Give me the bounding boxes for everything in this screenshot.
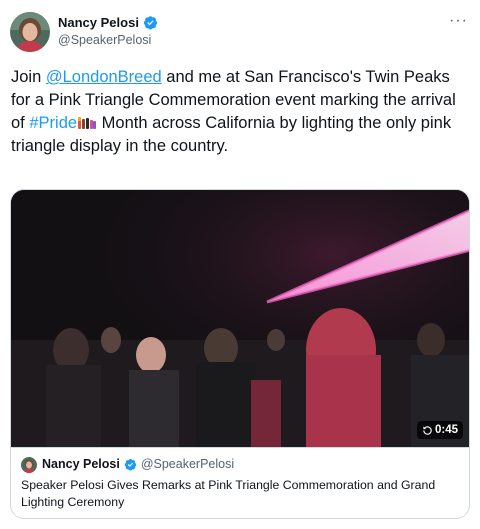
video-player[interactable]: 0:45 <box>11 190 469 447</box>
replay-icon <box>423 425 432 435</box>
quoted-text: Speaker Pelosi Gives Remarks at Pink Tri… <box>21 478 436 509</box>
quoted-author-row: Nancy Pelosi @SpeakerPelosi <box>42 457 234 471</box>
quoted-author-avatar <box>21 457 37 473</box>
author-handle[interactable]: @SpeakerPelosi <box>58 33 151 47</box>
verified-badge-icon <box>143 15 158 30</box>
tweet-text: Join @LondonBreed and me at San Francisc… <box>11 66 471 158</box>
video-duration-badge: 0:45 <box>416 421 463 439</box>
author-avatar[interactable] <box>10 12 50 52</box>
verified-badge-icon <box>124 458 137 471</box>
hashtag-link[interactable]: #Pride <box>29 114 77 132</box>
pride-hashflag-icon <box>77 114 97 130</box>
mention-link[interactable]: @LondonBreed <box>46 68 162 86</box>
author-name-row: Nancy Pelosi <box>58 15 158 30</box>
quoted-author-name: Nancy Pelosi <box>42 457 120 471</box>
tweet-header: Nancy Pelosi @SpeakerPelosi ··· <box>10 12 470 56</box>
more-options-icon[interactable]: ··· <box>449 12 468 30</box>
tweet-text-part: Join <box>11 68 46 86</box>
video-frame <box>11 190 469 447</box>
media-card: 0:45 Nancy Pelosi @SpeakerPelosi Speaker… <box>10 189 470 519</box>
video-duration: 0:45 <box>434 424 458 436</box>
quoted-tweet[interactable]: Nancy Pelosi @SpeakerPelosi Speaker Pelo… <box>11 448 469 518</box>
author-name[interactable]: Nancy Pelosi <box>58 15 139 30</box>
quoted-author-handle: @SpeakerPelosi <box>140 457 235 471</box>
